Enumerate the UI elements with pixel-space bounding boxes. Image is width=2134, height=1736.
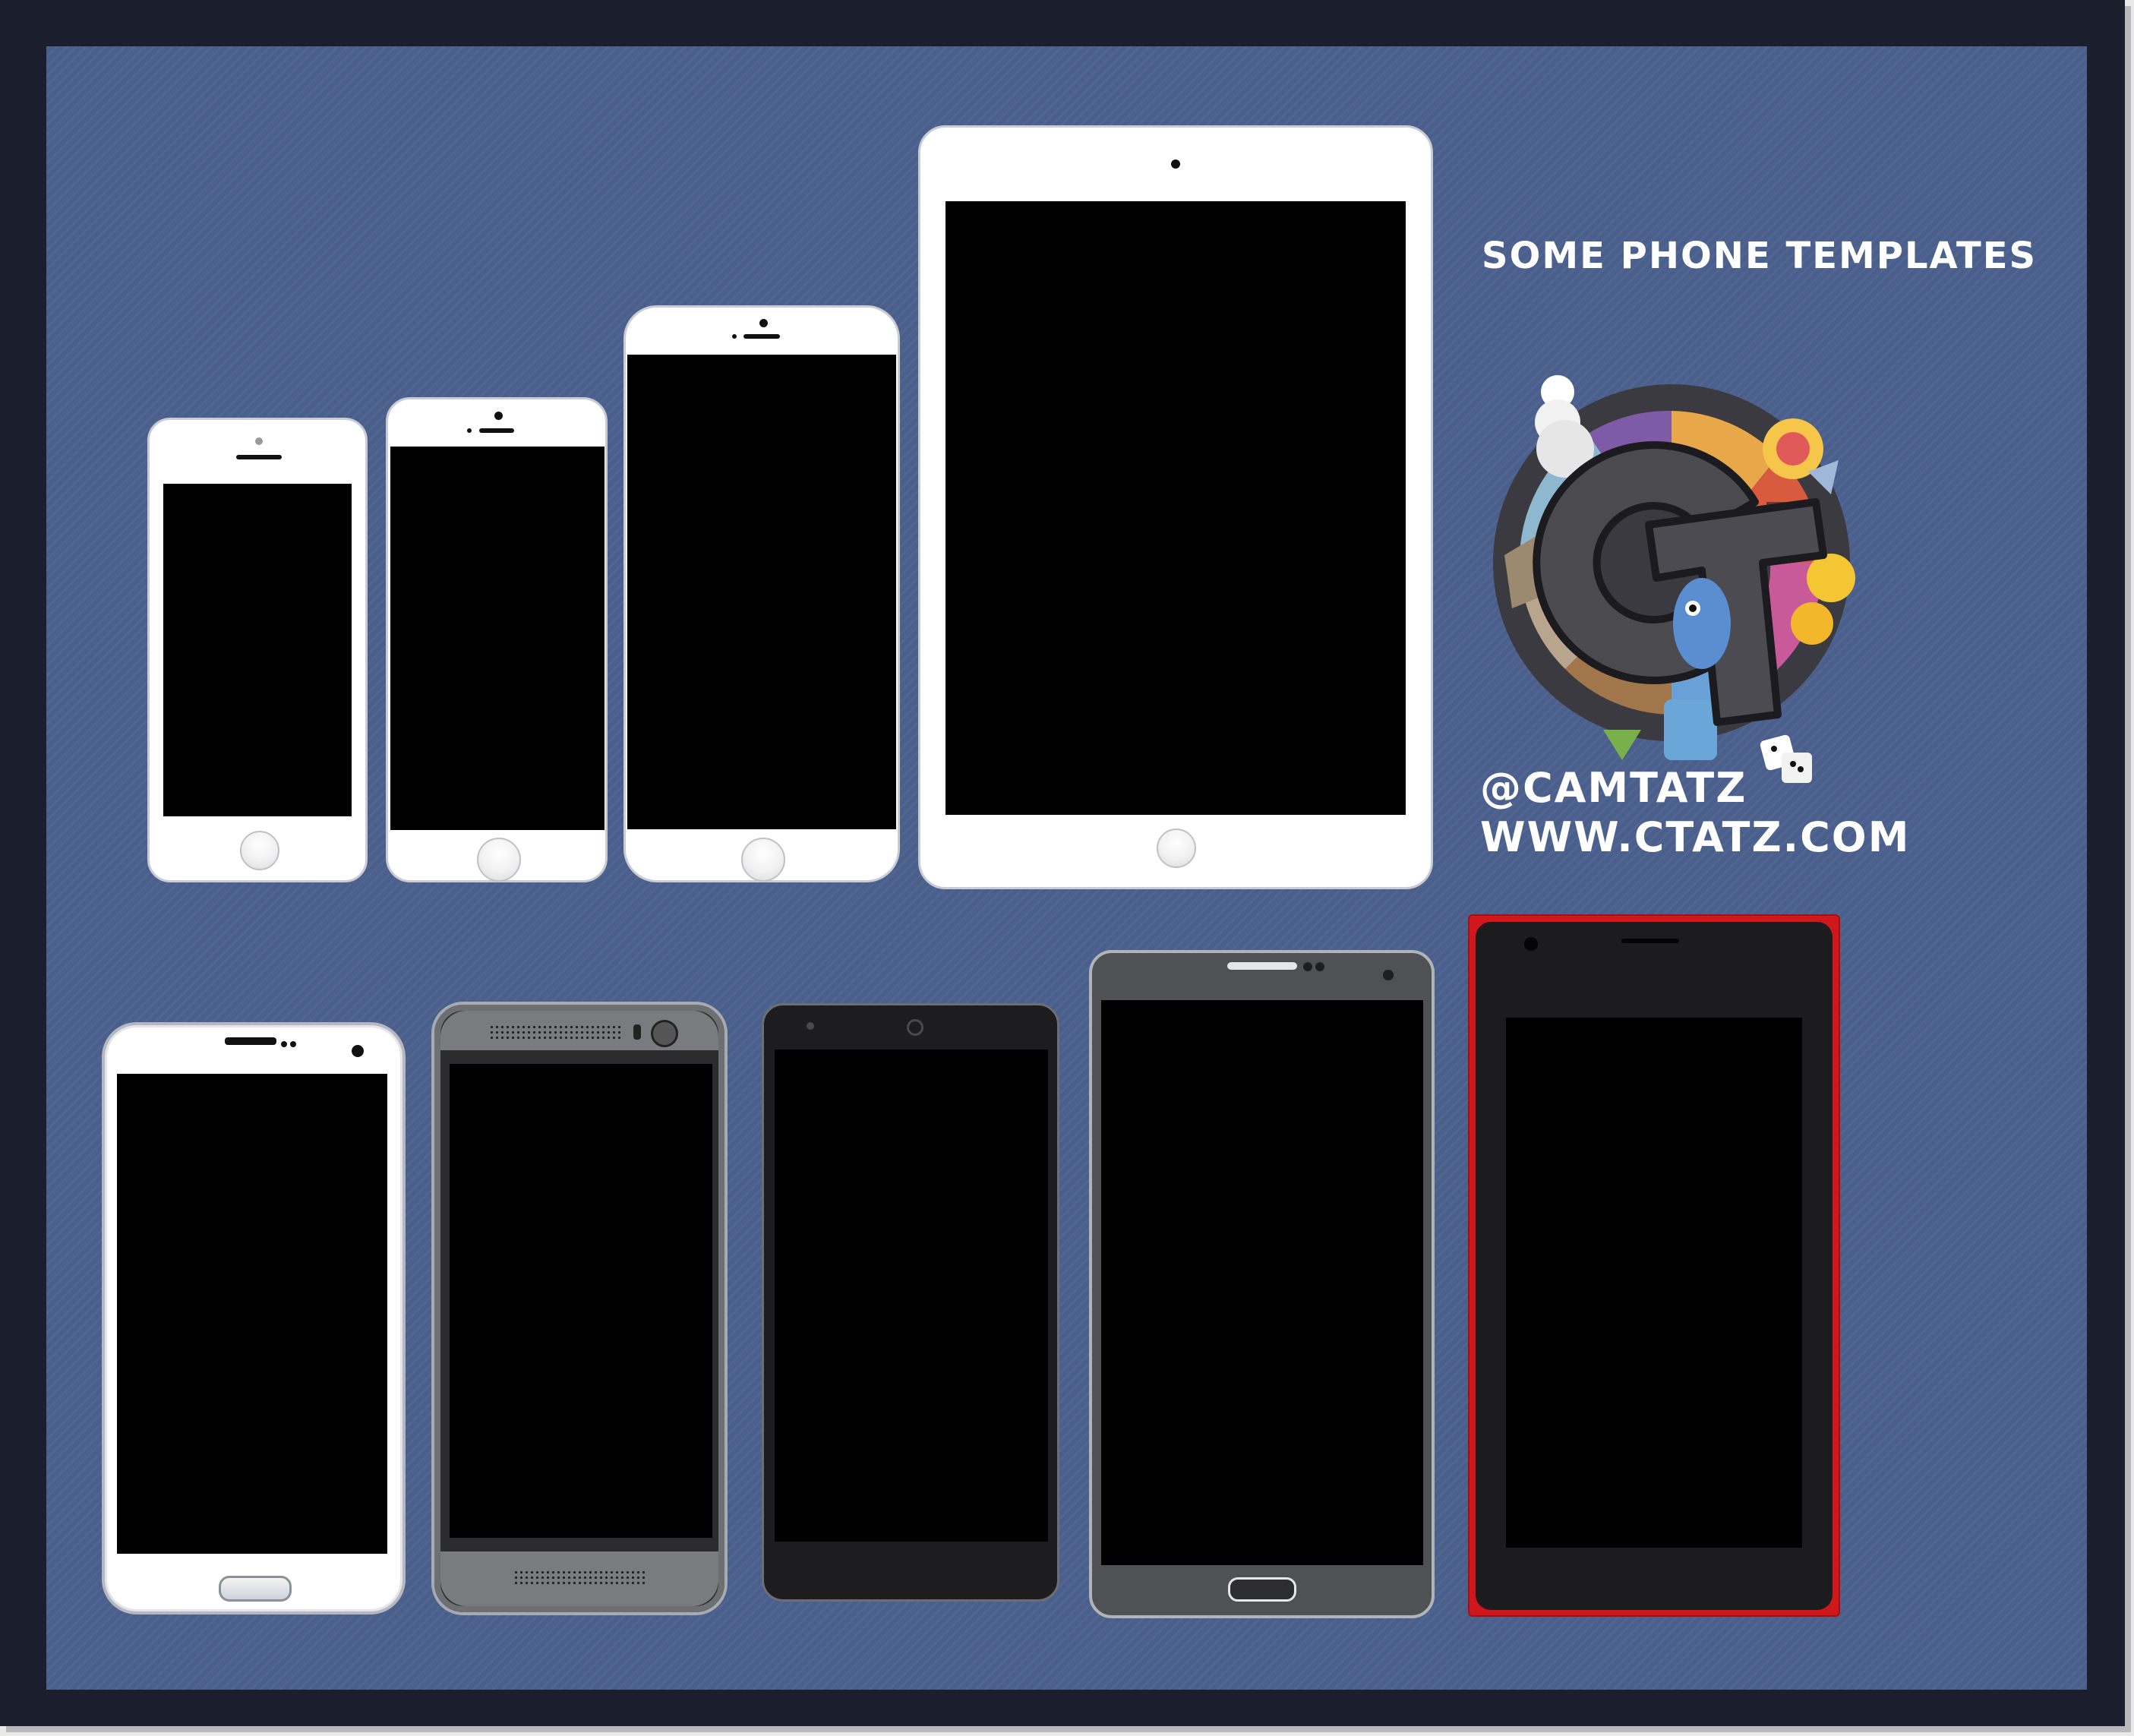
home-button [219, 1576, 292, 1602]
gray-metal-phone [431, 1002, 728, 1615]
home-button [1228, 1577, 1296, 1602]
sensor-dot [281, 1041, 287, 1047]
logo-letters: CT [1649, 553, 1659, 561]
phone-screen [117, 1074, 387, 1554]
sensor-dot [1303, 962, 1312, 971]
front-camera-icon [1383, 970, 1394, 980]
sensor-dot [807, 1022, 814, 1030]
white-phone-medium [386, 397, 608, 882]
front-camera-icon [759, 319, 768, 327]
proximity-sensor-icon [467, 428, 472, 433]
front-camera-icon [907, 1019, 923, 1036]
phone-screen [450, 1064, 712, 1538]
earpiece-speaker [743, 334, 780, 339]
phone-screen [627, 355, 896, 829]
black-phone [762, 1003, 1059, 1602]
red-black-phone [1468, 914, 1840, 1617]
phone-screen [163, 484, 352, 816]
home-button [240, 831, 279, 870]
earpiece-speaker [479, 428, 514, 433]
dark-gray-phablet [1089, 950, 1435, 1618]
home-button [1157, 829, 1196, 868]
sensor-slot [633, 1024, 641, 1040]
front-camera-icon [352, 1045, 364, 1057]
phone-screen [390, 447, 605, 830]
phone-screen [1101, 1000, 1423, 1565]
front-speaker-grille [489, 1024, 621, 1040]
page-title: SOME PHONE TEMPLATES [1482, 235, 2038, 277]
outer-frame: SOME PHONE TEMPLATES CT @CAMTATZ WWW.CTA… [0, 0, 2125, 1726]
white-phone-small [147, 418, 368, 882]
template-canvas: SOME PHONE TEMPLATES CT @CAMTATZ WWW.CTA… [46, 46, 2087, 1690]
earpiece-speaker [236, 455, 282, 459]
front-camera-icon [494, 412, 503, 420]
tablet-screen [945, 201, 1406, 815]
proximity-sensor-icon [732, 334, 737, 339]
front-camera-icon [651, 1020, 678, 1047]
earpiece-speaker [1227, 962, 1297, 970]
white-android-phone [102, 1022, 406, 1614]
phone-screen [775, 1049, 1048, 1542]
home-button [477, 838, 521, 882]
white-tablet [918, 125, 1433, 889]
ct-monogram-logo: CT [1474, 305, 1899, 806]
earpiece-speaker [225, 1037, 276, 1045]
sensor-dot [290, 1041, 296, 1047]
front-camera-icon [255, 437, 263, 445]
home-button [741, 838, 785, 882]
phone-screen [1506, 1018, 1802, 1548]
ct-logo-graphic: CT [1493, 375, 1855, 783]
front-camera-icon [1171, 159, 1180, 169]
website-url: WWW.CTATZ.COM [1480, 813, 1911, 861]
earpiece-speaker [1621, 939, 1679, 943]
front-camera-icon [1524, 937, 1538, 951]
sensor-dot [1315, 962, 1324, 971]
social-handle: @CAMTATZ [1480, 764, 1747, 812]
bottom-speaker-grille [513, 1570, 646, 1585]
white-phone-large [623, 305, 900, 882]
